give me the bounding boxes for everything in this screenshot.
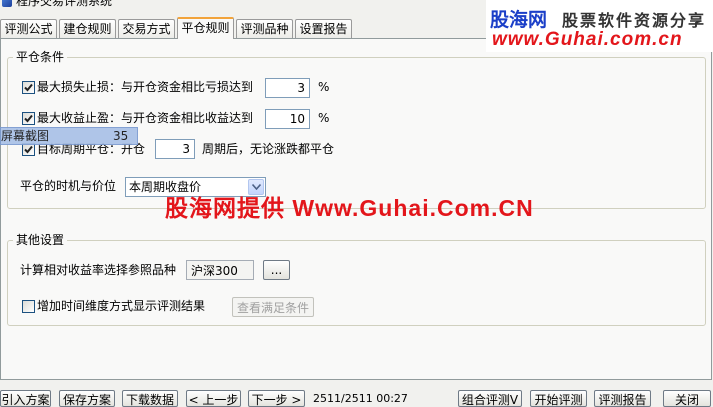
time-dimension-checkbox[interactable] bbox=[22, 300, 35, 313]
period-close-suffix: 周期后，无论涨跌都平仓 bbox=[202, 142, 335, 156]
benchmark-browse-button[interactable]: ... bbox=[263, 260, 290, 280]
benchmark-input[interactable] bbox=[186, 260, 254, 280]
take-profit-checkbox[interactable] bbox=[22, 112, 35, 125]
other-settings-group bbox=[7, 240, 706, 326]
progress-status: 2511/2511 00:27 bbox=[313, 392, 408, 405]
period-close-input[interactable] bbox=[155, 139, 195, 159]
check-icon bbox=[24, 114, 33, 123]
evaluation-report-button[interactable]: 评测报告 bbox=[594, 390, 651, 407]
capture-overlay-label: 屏幕截图 bbox=[1, 129, 50, 143]
tab-strip: 评测公式 建仓规则 交易方式 平仓规则 评测品种 设置报告 bbox=[0, 17, 354, 39]
check-icon bbox=[24, 83, 33, 92]
other-settings-title: 其他设置 bbox=[13, 233, 68, 247]
save-scheme-button[interactable]: 保存方案 bbox=[59, 390, 115, 407]
close-button[interactable]: 关闭 bbox=[663, 390, 711, 407]
watermark-brand: 股海网 bbox=[490, 9, 548, 31]
watermark-banner: 股海网提供 Www.Guhai.Com.CN bbox=[165, 195, 534, 221]
take-profit-label: 最大收益止盈：与开仓资金相比收益达到 bbox=[37, 111, 254, 125]
stop-loss-input[interactable] bbox=[265, 78, 310, 98]
watermark-slogan: 股票软件资源分享 bbox=[562, 11, 707, 30]
app-icon bbox=[2, 0, 12, 7]
tab-instruments[interactable]: 评测品种 bbox=[236, 19, 293, 39]
tab-trade-mode[interactable]: 交易方式 bbox=[118, 19, 175, 39]
time-dimension-label: 增加时间维度方式显示评测结果 bbox=[37, 299, 206, 313]
start-evaluate-button[interactable]: 开始评测 bbox=[530, 390, 587, 407]
combo-evaluate-button[interactable]: 组合评测V bbox=[458, 390, 522, 407]
view-conditions-button: 查看满足条件 bbox=[232, 297, 314, 317]
prev-step-button[interactable]: < 上一步 bbox=[186, 390, 241, 407]
tab-report-settings[interactable]: 设置报告 bbox=[295, 19, 352, 39]
watermark-url: www.Guhai.com.cn bbox=[492, 29, 683, 50]
import-scheme-button[interactable]: 引入方案 bbox=[0, 390, 51, 407]
window-title: 程序交易评测系统 bbox=[16, 0, 113, 8]
check-icon bbox=[24, 145, 33, 154]
download-data-button[interactable]: 下载数据 bbox=[122, 390, 178, 407]
screenshot-capture-overlay: 屏幕截图 35 bbox=[0, 127, 138, 145]
take-profit-input[interactable] bbox=[265, 109, 310, 129]
next-step-button[interactable]: 下一步 > bbox=[248, 390, 305, 407]
close-timing-label: 平仓的时机与价位 bbox=[20, 179, 117, 193]
tab-formula[interactable]: 评测公式 bbox=[0, 19, 57, 39]
tab-open-rules[interactable]: 建仓规则 bbox=[59, 19, 116, 39]
stop-loss-label: 最大损失止损：与开仓资金相比亏损达到 bbox=[37, 80, 254, 94]
stop-loss-checkbox[interactable] bbox=[22, 81, 35, 94]
evaluation-dialog: 程序交易评测系统 评测公式 建仓规则 交易方式 平仓规则 评测品种 设置报告 股… bbox=[0, 0, 713, 407]
take-profit-unit: % bbox=[318, 111, 330, 125]
close-conditions-title: 平仓条件 bbox=[13, 50, 68, 64]
tab-close-rules[interactable]: 平仓规则 bbox=[177, 17, 234, 39]
benchmark-label: 计算相对收益率选择参照品种 bbox=[20, 263, 177, 277]
stop-loss-unit: % bbox=[318, 80, 330, 94]
site-watermark: 股海网 股票软件资源分享 www.Guhai.com.cn bbox=[486, 0, 713, 52]
capture-overlay-value: 35 bbox=[113, 129, 129, 143]
